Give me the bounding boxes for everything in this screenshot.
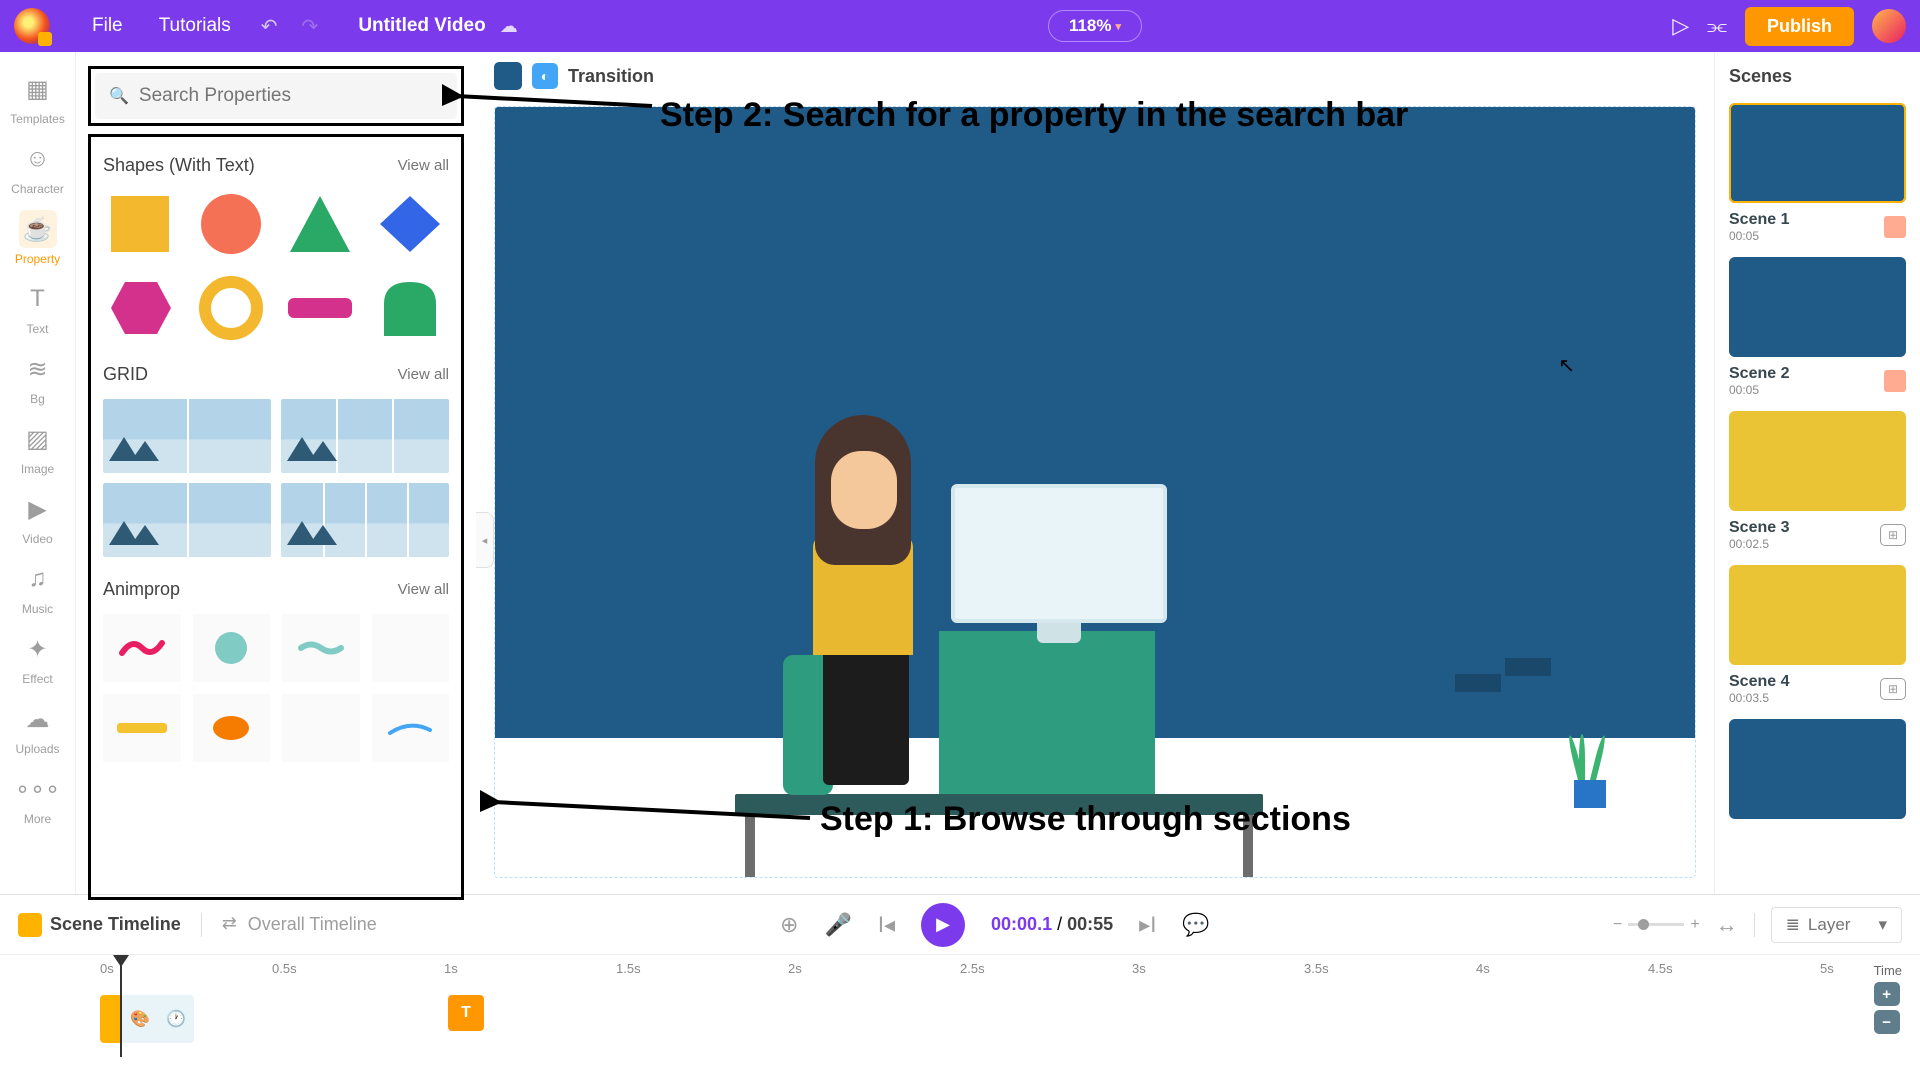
- animprop-1[interactable]: [103, 614, 181, 682]
- property-icon: ☕: [19, 210, 57, 248]
- image-icon: ▨: [19, 420, 57, 458]
- scene-thumb-5[interactable]: [1729, 719, 1906, 819]
- effect-icon: ✦: [19, 630, 57, 668]
- scene-thumb-1[interactable]: [1729, 103, 1906, 203]
- nav-text[interactable]: TText: [0, 280, 75, 336]
- share-icon[interactable]: ⫘: [1707, 13, 1727, 39]
- project-title[interactable]: Untitled Video: [358, 15, 485, 37]
- cursor-icon: ↖: [1558, 353, 1575, 378]
- browse-highlight-box: Shapes (With Text) View all GRID View al…: [88, 134, 464, 900]
- animprop-7[interactable]: [282, 694, 360, 762]
- timeline-zoom-slider[interactable]: −+: [1613, 916, 1700, 934]
- nav-templates[interactable]: ▦Templates: [0, 70, 75, 126]
- animprop-4[interactable]: [372, 614, 450, 682]
- scene-timeline-tab[interactable]: Scene Timeline: [18, 913, 181, 937]
- timecode: 00:00.1 / 00:55: [991, 914, 1113, 935]
- prev-frame-icon[interactable]: I◂: [878, 912, 895, 938]
- scene-thumb-3[interactable]: [1729, 411, 1906, 511]
- view-all-shapes[interactable]: View all: [398, 157, 449, 174]
- undo-icon[interactable]: ↶: [249, 6, 290, 47]
- canvas-area: ◐ Transition ↖: [476, 52, 1714, 894]
- top-bar: File Tutorials ↶ ↷ Untitled Video ☁ 118%…: [0, 0, 1920, 52]
- fit-width-icon[interactable]: ↔: [1716, 912, 1738, 938]
- layer-dropdown[interactable]: ≣Layer▾: [1771, 907, 1902, 943]
- canvas-stage[interactable]: ↖: [494, 106, 1696, 878]
- next-frame-icon[interactable]: ▸I: [1139, 912, 1156, 938]
- scene-thumb-2[interactable]: [1729, 257, 1906, 357]
- zoom-control[interactable]: 118%: [1048, 10, 1142, 42]
- scenes-panel: Scenes Scene 100:05Scene 200:05Scene 300…: [1714, 52, 1920, 894]
- timeline-panel: Scene Timeline ⇄Overall Timeline ⊕ 🎤 I◂ …: [0, 894, 1920, 1080]
- time-label: Time: [1874, 963, 1902, 978]
- character-icon: ☺: [19, 140, 57, 178]
- video-icon: ▶: [19, 490, 57, 528]
- shape-ring[interactable]: [195, 274, 267, 342]
- file-menu[interactable]: File: [74, 7, 141, 45]
- animprop-6[interactable]: [193, 694, 271, 762]
- animprop-5[interactable]: [103, 694, 181, 762]
- tutorials-menu[interactable]: Tutorials: [141, 7, 249, 45]
- nav-uploads[interactable]: ☁Uploads: [0, 700, 75, 756]
- scenes-title: Scenes: [1729, 66, 1906, 87]
- grid-layout-1[interactable]: [103, 399, 271, 473]
- property-panel: 🔍 Shapes (With Text) View all GRID: [76, 52, 476, 894]
- time-plus-button[interactable]: +: [1874, 982, 1900, 1006]
- left-nav: ▦Templates ☺Character ☕Property TText ≋Bg ▨Im…: [0, 52, 76, 894]
- shape-diamond[interactable]: [374, 190, 446, 258]
- app-logo[interactable]: [14, 8, 50, 44]
- uploads-icon: ☁: [19, 700, 57, 738]
- search-icon: 🔍: [109, 86, 129, 106]
- nav-effect[interactable]: ✦Effect: [0, 630, 75, 686]
- timeline-clip[interactable]: 🎨🕐: [100, 995, 194, 1043]
- subtitle-icon[interactable]: 💬: [1182, 912, 1209, 938]
- nav-music[interactable]: ♫Music: [0, 560, 75, 616]
- nav-character[interactable]: ☺Character: [0, 140, 75, 196]
- camera-icon[interactable]: ⊕: [780, 912, 798, 938]
- templates-icon: ▦: [19, 70, 57, 108]
- view-all-animprop[interactable]: View all: [398, 581, 449, 598]
- section-title-grid: GRID: [103, 364, 148, 385]
- overall-timeline-tab[interactable]: ⇄Overall Timeline: [222, 913, 377, 937]
- nav-bg[interactable]: ≋Bg: [0, 350, 75, 406]
- layers-icon: ≣: [1786, 915, 1800, 935]
- nav-video[interactable]: ▶Video: [0, 490, 75, 546]
- grid-layout-2[interactable]: [281, 399, 449, 473]
- play-button[interactable]: ▶: [921, 903, 965, 947]
- animprop-3[interactable]: [282, 614, 360, 682]
- search-highlight-box: 🔍: [88, 66, 464, 126]
- text-icon: T: [19, 280, 57, 318]
- redo-icon[interactable]: ↷: [290, 6, 331, 47]
- section-title-animprop: Animprop: [103, 579, 180, 600]
- time-minus-button[interactable]: −: [1874, 1010, 1900, 1034]
- nav-more[interactable]: ∘∘∘More: [0, 770, 75, 826]
- animprop-2[interactable]: [193, 614, 271, 682]
- grid-layout-3[interactable]: [103, 483, 271, 557]
- music-icon: ♫: [19, 560, 57, 598]
- nav-image[interactable]: ▨Image: [0, 420, 75, 476]
- shape-rounded[interactable]: [374, 274, 446, 342]
- shape-square[interactable]: [105, 190, 177, 258]
- more-icon: ∘∘∘: [19, 770, 57, 808]
- bg-icon: ≋: [19, 350, 57, 388]
- grid-layout-4[interactable]: [281, 483, 449, 557]
- text-clip[interactable]: T: [448, 995, 484, 1031]
- user-avatar[interactable]: [1872, 9, 1906, 43]
- view-all-grid[interactable]: View all: [398, 366, 449, 383]
- shape-triangle[interactable]: [284, 190, 356, 258]
- publish-button[interactable]: Publish: [1745, 7, 1854, 46]
- mic-icon[interactable]: 🎤: [824, 912, 851, 938]
- timeline-track[interactable]: 🎨🕐 T Time + −: [0, 987, 1920, 1080]
- shape-circle[interactable]: [195, 190, 267, 258]
- timeline-ruler[interactable]: 0s0.5s1s1.5s2s2.5s3s3.5s4s4.5s5s: [0, 955, 1920, 987]
- nav-property[interactable]: ☕Property: [0, 210, 75, 266]
- shape-hexagon[interactable]: [105, 274, 177, 342]
- shape-bar[interactable]: [284, 274, 356, 342]
- animprop-8[interactable]: [372, 694, 450, 762]
- search-input[interactable]: [139, 85, 443, 107]
- cloud-sync-icon[interactable]: ☁: [500, 16, 518, 37]
- search-box[interactable]: 🔍: [95, 73, 457, 119]
- scene-thumb-4[interactable]: [1729, 565, 1906, 665]
- preview-icon[interactable]: ▷: [1672, 13, 1689, 39]
- section-title-shapes: Shapes (With Text): [103, 155, 255, 176]
